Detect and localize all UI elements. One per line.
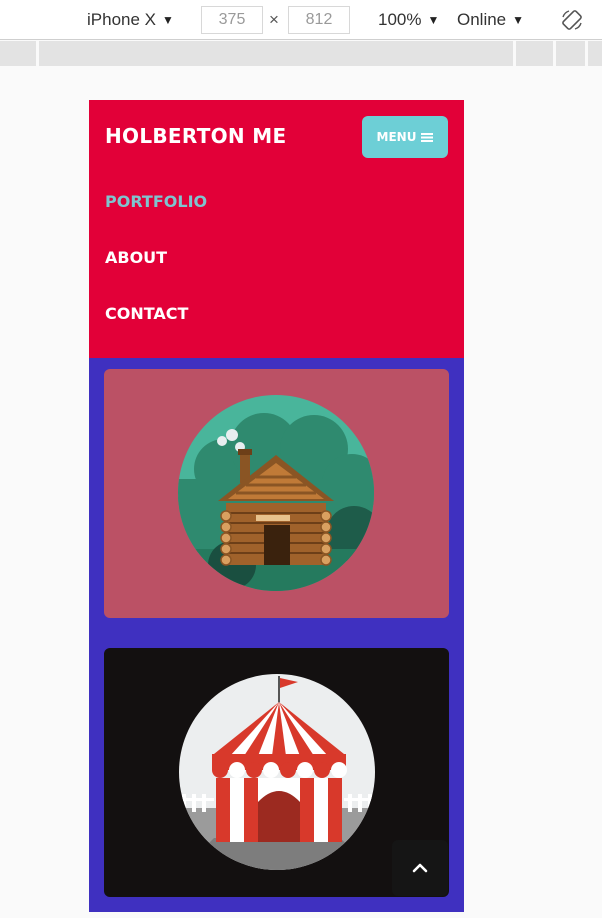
nav-contact[interactable]: CONTACT xyxy=(105,304,188,323)
times-sign: × xyxy=(269,10,279,29)
devtools-toolbar: iPhone X ▼ 375 × 812 100% ▼ Online ▼ xyxy=(0,0,602,40)
caret-down-icon: ▼ xyxy=(162,13,174,27)
nav-portfolio[interactable]: PORTFOLIO xyxy=(105,192,207,211)
caret-down-icon: ▼ xyxy=(512,13,525,27)
caret-down-icon: ▼ xyxy=(427,13,440,27)
zoom-select[interactable]: 100% ▼ xyxy=(378,0,439,40)
device-viewport: HOLBERTON ME MENU PORTFOLIO ABOUT CONTAC… xyxy=(89,100,464,912)
device-label: iPhone X xyxy=(87,10,156,29)
menu-label: MENU xyxy=(376,130,417,144)
portfolio-card-cabin[interactable] xyxy=(104,369,449,618)
back-to-top-button[interactable] xyxy=(392,840,448,896)
rotate-icon[interactable] xyxy=(561,0,583,40)
site-header: HOLBERTON ME MENU PORTFOLIO ABOUT CONTAC… xyxy=(89,100,464,358)
menu-button[interactable]: MENU xyxy=(362,116,448,158)
width-input[interactable]: 375 xyxy=(201,6,263,34)
network-label: Online xyxy=(457,10,507,29)
nav-about[interactable]: ABOUT xyxy=(105,248,167,267)
chevron-up-icon xyxy=(412,863,428,873)
site-brand[interactable]: HOLBERTON ME xyxy=(105,124,286,148)
log-cabin-illustration xyxy=(178,395,374,591)
device-select[interactable]: iPhone X ▼ xyxy=(87,0,174,40)
height-input[interactable]: 812 xyxy=(288,6,350,34)
zoom-label: 100% xyxy=(378,10,422,29)
network-select[interactable]: Online ▼ xyxy=(457,0,524,40)
hamburger-icon xyxy=(421,132,434,142)
media-query-ruler[interactable] xyxy=(0,41,602,66)
